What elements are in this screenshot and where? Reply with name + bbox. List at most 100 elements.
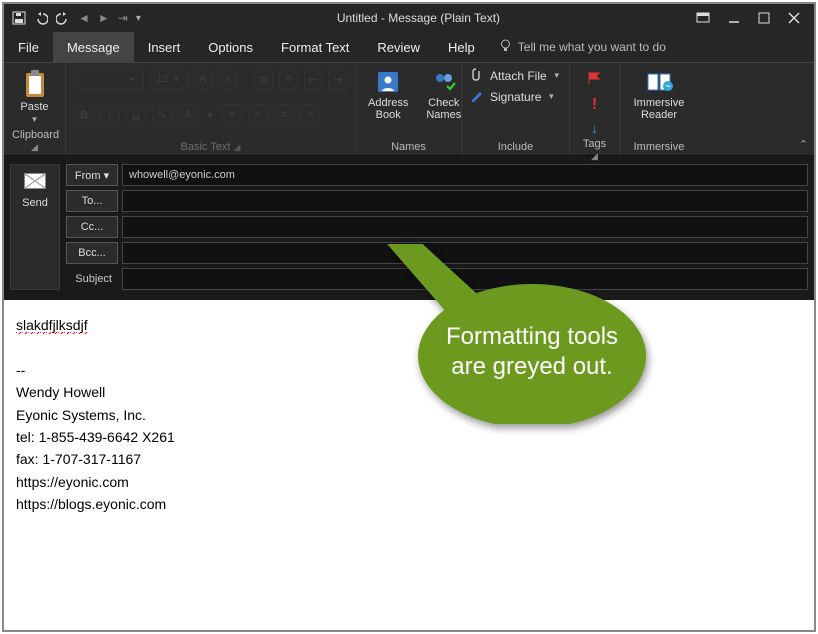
from-value: whowell@eyonic.com (122, 164, 808, 186)
tab-format-text[interactable]: Format Text (267, 32, 363, 62)
maximize-icon[interactable] (758, 12, 770, 24)
outdent-icon[interactable]: ⇤ (304, 69, 323, 89)
chevron-down-icon[interactable]: ▾ (204, 105, 216, 125)
check-names-button[interactable]: Check Names (422, 67, 465, 123)
italic-icon[interactable]: I (100, 105, 120, 125)
dialog-launcher-icon[interactable]: ◢ (234, 142, 241, 152)
align-center-icon[interactable]: ≡ (248, 105, 268, 125)
tab-options[interactable]: Options (194, 32, 267, 62)
immersive-label: Immersive Reader (632, 97, 686, 121)
subject-label: Subject (66, 273, 118, 285)
group-basic-text: ▼ 12▼ A A ≣ ≡ ⇤ ⇥ B I U ✎ A ▾ ≡ ≡ ≡ ≡ (66, 63, 356, 155)
group-include: Attach File ▼ Signature ▼ Include (462, 63, 570, 155)
sig-url1: https://eyonic.com (16, 471, 802, 493)
indent-icon[interactable]: ⇥ (328, 69, 347, 89)
attach-file-button[interactable]: Attach File ▼ (470, 67, 561, 84)
highlight-icon[interactable]: ✎ (152, 105, 172, 125)
clipboard-icon (22, 69, 48, 99)
flag-icon[interactable] (587, 71, 603, 90)
high-importance-icon[interactable]: ! (592, 96, 597, 114)
people-check-icon (431, 69, 457, 95)
collapse-ribbon-icon[interactable]: ⌃ (799, 138, 808, 151)
sig-url2: https://blogs.eyonic.com (16, 493, 802, 515)
ribbon: Paste ▼ Clipboard ◢ ▼ 12▼ A A ≣ ≡ ⇤ ⇥ B … (4, 62, 814, 156)
align-justify-icon[interactable]: ≡ (300, 105, 320, 125)
forward-icon[interactable]: ⇥ (118, 11, 128, 25)
attach-label: Attach File (490, 69, 547, 83)
chevron-down-icon: ▼ (553, 71, 561, 80)
font-color-icon[interactable]: A (178, 105, 198, 125)
sig-fax: fax: 1-707-317-1167 (16, 448, 802, 470)
ribbon-display-icon[interactable] (696, 12, 710, 24)
align-right-icon[interactable]: ≡ (274, 105, 294, 125)
paste-label: Paste (20, 101, 48, 113)
group-names: Address Book Check Names Names (356, 63, 462, 155)
check-names-label: Check Names (426, 97, 461, 121)
immersive-reader-button[interactable]: Immersive Reader (628, 67, 690, 123)
reader-icon (645, 69, 673, 95)
group-immersive: Immersive Reader Immersive (620, 63, 698, 155)
message-body[interactable]: slakdfjlksdjf -- Wendy Howell Eyonic Sys… (4, 300, 814, 630)
save-icon[interactable] (12, 11, 26, 25)
address-book-label: Address Book (368, 97, 408, 121)
cc-input[interactable] (122, 216, 808, 238)
send-button[interactable]: Send (10, 164, 60, 290)
redo-icon[interactable] (56, 11, 70, 25)
dialog-launcher-icon[interactable]: ◢ (591, 151, 598, 161)
envelope-icon (24, 173, 46, 189)
undo-icon[interactable] (34, 11, 48, 25)
send-label: Send (22, 197, 48, 209)
to-input[interactable] (122, 190, 808, 212)
tab-help[interactable]: Help (434, 32, 489, 62)
numbering-icon[interactable]: ≡ (279, 69, 298, 89)
cc-button[interactable]: Cc... (66, 216, 118, 238)
low-importance-icon[interactable]: ↓ (591, 120, 598, 136)
group-immersive-label: Immersive (628, 139, 690, 153)
bcc-button[interactable]: Bcc... (66, 242, 118, 264)
dialog-launcher-icon[interactable]: ◢ (31, 142, 38, 152)
message-header: Send From ▾ whowell@eyonic.com To... Cc.… (4, 156, 814, 300)
typed-text: slakdfjlksdjf (16, 317, 88, 334)
address-book-button[interactable]: Address Book (364, 67, 412, 123)
grow-font-icon[interactable]: A (194, 69, 213, 89)
tab-insert[interactable]: Insert (134, 32, 195, 62)
prev-icon[interactable]: ◄ (78, 11, 90, 25)
minimize-icon[interactable] (728, 12, 740, 24)
font-name-select[interactable]: ▼ (74, 69, 144, 89)
title-bar: ◄ ► ⇥ ▾ Untitled - Message (Plain Text) (4, 4, 814, 32)
sig-company: Eyonic Systems, Inc. (16, 404, 802, 426)
font-size-select[interactable]: 12▼ (150, 69, 188, 89)
close-icon[interactable] (788, 12, 800, 24)
to-button[interactable]: To... (66, 190, 118, 212)
tab-file[interactable]: File (4, 32, 53, 62)
chevron-down-icon: ▼ (547, 92, 555, 101)
subject-input[interactable] (122, 268, 808, 290)
group-tags-label: Tags ◢ (578, 136, 611, 162)
tab-review[interactable]: Review (363, 32, 434, 62)
paste-button[interactable]: Paste ▼ (12, 67, 57, 126)
group-clipboard-label: Clipboard ◢ (12, 127, 57, 153)
tab-message[interactable]: Message (53, 32, 134, 62)
sig-separator: -- (16, 359, 802, 381)
bcc-input[interactable] (122, 242, 808, 264)
align-left-icon[interactable]: ≡ (222, 105, 242, 125)
tell-me-label: Tell me what you want to do (518, 40, 666, 54)
chevron-down-icon: ▼ (31, 115, 39, 124)
underline-icon[interactable]: U (126, 105, 146, 125)
lightbulb-icon (499, 39, 512, 55)
sig-name: Wendy Howell (16, 381, 802, 403)
from-button[interactable]: From ▾ (66, 164, 118, 186)
window-title: Untitled - Message (Plain Text) (141, 11, 696, 25)
signature-label: Signature (490, 90, 541, 104)
paperclip-icon (470, 67, 484, 84)
group-include-label: Include (470, 139, 561, 153)
tell-me[interactable]: Tell me what you want to do (489, 32, 666, 62)
signature-button[interactable]: Signature ▼ (470, 88, 561, 105)
shrink-font-icon[interactable]: A (218, 69, 237, 89)
bold-icon[interactable]: B (74, 105, 94, 125)
next-icon[interactable]: ► (98, 11, 110, 25)
group-clipboard: Paste ▼ Clipboard ◢ (4, 63, 66, 155)
group-tags: ! ↓ Tags ◢ (570, 63, 620, 155)
bullets-icon[interactable]: ≣ (254, 69, 273, 89)
group-basic-text-label: Basic Text ◢ (74, 139, 347, 153)
